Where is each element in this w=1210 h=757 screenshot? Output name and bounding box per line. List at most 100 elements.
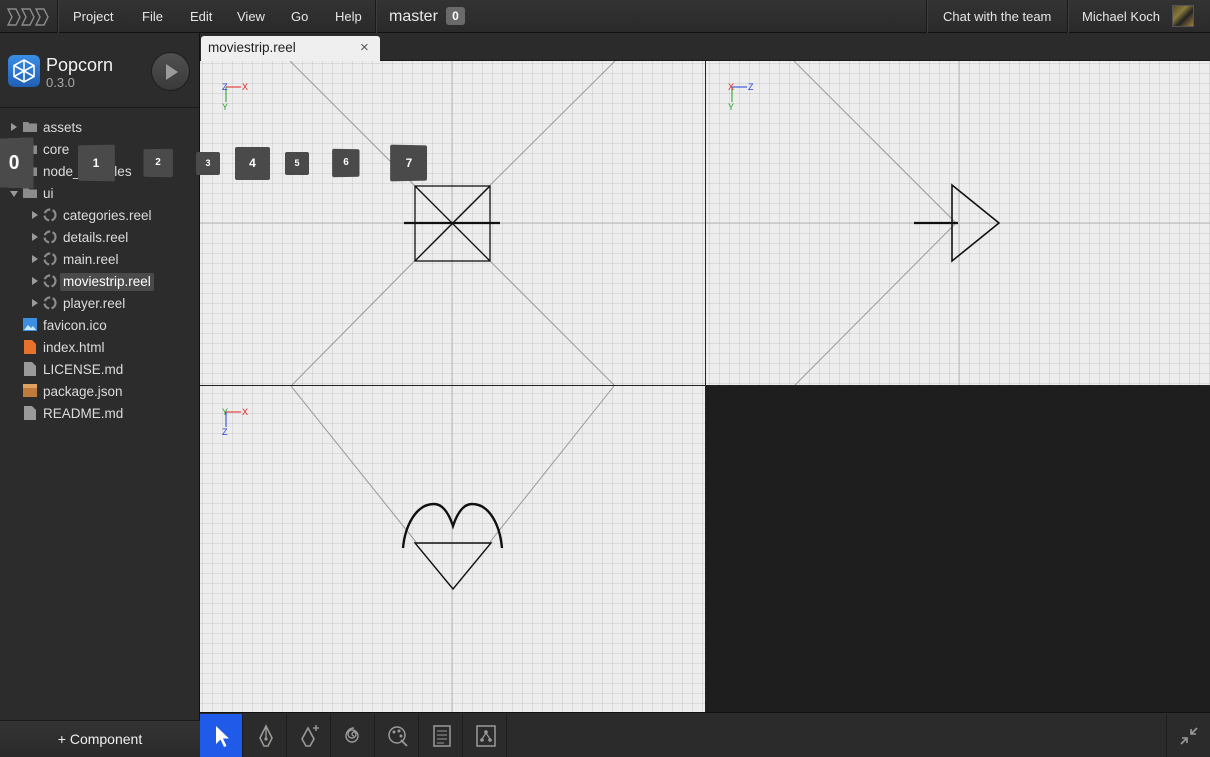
branch-name[interactable]: master bbox=[389, 0, 438, 33]
expand-arrow-icon[interactable] bbox=[32, 299, 38, 307]
menu-view[interactable]: View bbox=[237, 0, 265, 33]
montage-logo-icon bbox=[6, 8, 49, 26]
preview-tile[interactable]: 3 bbox=[196, 152, 220, 175]
preview-tile[interactable]: 6 bbox=[332, 148, 360, 178]
axis-h-label: X bbox=[242, 407, 248, 417]
tree-item-label: core bbox=[43, 142, 70, 157]
run-project-button[interactable] bbox=[151, 52, 190, 91]
tree-reel-main[interactable]: main.reel bbox=[0, 249, 200, 271]
tree-file-license[interactable]: LICENSE.md bbox=[0, 359, 200, 381]
menu-separator bbox=[57, 0, 58, 33]
frustum-line bbox=[794, 222, 957, 385]
shrink-arrows-icon bbox=[1180, 727, 1198, 745]
preview-tile[interactable]: 5 bbox=[285, 152, 309, 175]
menu-go[interactable]: Go bbox=[291, 0, 308, 33]
pen-tool-button[interactable] bbox=[244, 714, 287, 757]
menu-file[interactable]: File bbox=[142, 0, 163, 33]
preview-tile[interactable]: 1 bbox=[77, 144, 115, 182]
menu-separator bbox=[375, 0, 376, 33]
top-menu-bar: Project File Edit View Go Help master 0 … bbox=[0, 0, 1210, 33]
document-file-icon bbox=[24, 362, 36, 376]
project-version: 0.3.0 bbox=[46, 75, 75, 90]
hierarchy-icon bbox=[476, 725, 496, 747]
tool-bar bbox=[200, 712, 1210, 757]
tree-reel-moviestrip[interactable]: moviestrip.reel bbox=[0, 271, 200, 293]
tree-item-label: ui bbox=[43, 186, 54, 201]
tree-item-label: main.reel bbox=[63, 252, 119, 267]
inspector-tool-button[interactable] bbox=[376, 714, 419, 757]
add-point-tool-button[interactable] bbox=[288, 714, 331, 757]
arrow-pointer-icon bbox=[216, 726, 229, 747]
tab-label: moviestrip.reel bbox=[208, 40, 296, 55]
tree-item-label: categories.reel bbox=[63, 208, 152, 223]
image-file-icon bbox=[23, 318, 37, 331]
reel-icon bbox=[43, 274, 57, 288]
front-view-drawing: Z X Y bbox=[200, 61, 705, 385]
document-tab-bar: moviestrip.reel × bbox=[200, 33, 1210, 62]
frustum-line bbox=[793, 61, 957, 224]
tree-item-label: assets bbox=[43, 120, 83, 135]
select-tool-button[interactable] bbox=[200, 714, 243, 757]
pen-plus-icon bbox=[301, 725, 319, 747]
expand-arrow-icon[interactable] bbox=[32, 277, 38, 285]
preview-tile[interactable]: 2 bbox=[143, 148, 173, 178]
html-file-icon bbox=[24, 340, 36, 354]
play-icon bbox=[166, 64, 178, 80]
axis-v-label: Y bbox=[728, 102, 734, 112]
menu-help[interactable]: Help bbox=[335, 0, 362, 33]
chat-with-team-link[interactable]: Chat with the team bbox=[943, 0, 1051, 33]
package-file-icon bbox=[23, 384, 37, 397]
hierarchy-tool-button[interactable] bbox=[464, 714, 507, 757]
tree-item-label-selected: moviestrip.reel bbox=[60, 273, 154, 291]
viewport-front[interactable]: Z X Y bbox=[200, 61, 705, 385]
tree-item-label: details.reel bbox=[63, 230, 129, 245]
expand-arrow-icon[interactable] bbox=[32, 211, 38, 219]
axis-corner-label: X bbox=[728, 82, 734, 92]
preview-tile[interactable]: 4 bbox=[235, 147, 270, 180]
user-name[interactable]: Michael Koch bbox=[1082, 0, 1160, 33]
rotate-tool-button[interactable] bbox=[332, 714, 375, 757]
axis-v-label: Z bbox=[222, 427, 228, 437]
reel-icon bbox=[43, 208, 57, 222]
tree-reel-player[interactable]: player.reel bbox=[0, 293, 200, 315]
collapse-panels-button[interactable] bbox=[1166, 714, 1209, 757]
tree-folder-assets[interactable]: assets bbox=[0, 117, 200, 139]
reel-icon bbox=[43, 252, 57, 266]
tree-item-label: README.md bbox=[43, 406, 124, 421]
viewport-divider bbox=[705, 61, 706, 712]
tree-file-readme[interactable]: README.md bbox=[0, 403, 200, 425]
side-view-drawing: X Z Y bbox=[706, 61, 1210, 385]
tree-file-package[interactable]: package.json bbox=[0, 381, 200, 403]
close-tab-icon[interactable]: × bbox=[360, 39, 369, 56]
viewport-top[interactable]: Y X Z bbox=[200, 386, 705, 712]
frustum-line bbox=[489, 386, 615, 543]
axis-h-label: Z bbox=[748, 82, 754, 92]
preview-tile[interactable]: 0 bbox=[0, 137, 34, 189]
menu-edit[interactable]: Edit bbox=[190, 0, 212, 33]
collapse-arrow-icon[interactable] bbox=[10, 191, 18, 197]
axis-gizmo: Y X Z bbox=[222, 407, 248, 437]
document-file-icon bbox=[24, 406, 36, 420]
reel-icon bbox=[43, 230, 57, 244]
preview-tile[interactable]: 7 bbox=[390, 144, 428, 182]
axis-h-label: X bbox=[242, 82, 248, 92]
viewport-side[interactable]: X Z Y bbox=[706, 61, 1210, 385]
tab-moviestrip-reel[interactable]: moviestrip.reel × bbox=[201, 36, 380, 62]
user-avatar[interactable] bbox=[1172, 5, 1194, 27]
expand-arrow-icon[interactable] bbox=[32, 233, 38, 241]
axis-v-label: Y bbox=[222, 102, 228, 112]
tree-file-index[interactable]: index.html bbox=[0, 337, 200, 359]
expand-arrow-icon[interactable] bbox=[32, 255, 38, 263]
add-component-button[interactable]: + Component bbox=[0, 720, 200, 757]
document-tool-button[interactable] bbox=[420, 714, 463, 757]
tree-file-favicon[interactable]: favicon.ico bbox=[0, 315, 200, 337]
tree-item-label: player.reel bbox=[63, 296, 126, 311]
tree-reel-categories[interactable]: categories.reel bbox=[0, 205, 200, 227]
tree-reel-details[interactable]: details.reel bbox=[0, 227, 200, 249]
menu-project[interactable]: Project bbox=[73, 0, 113, 33]
folder-icon bbox=[23, 122, 37, 132]
tree-item-label: package.json bbox=[43, 384, 123, 399]
expand-arrow-icon[interactable] bbox=[11, 123, 17, 131]
frustum-line bbox=[290, 386, 417, 543]
spiral-icon bbox=[345, 727, 359, 743]
